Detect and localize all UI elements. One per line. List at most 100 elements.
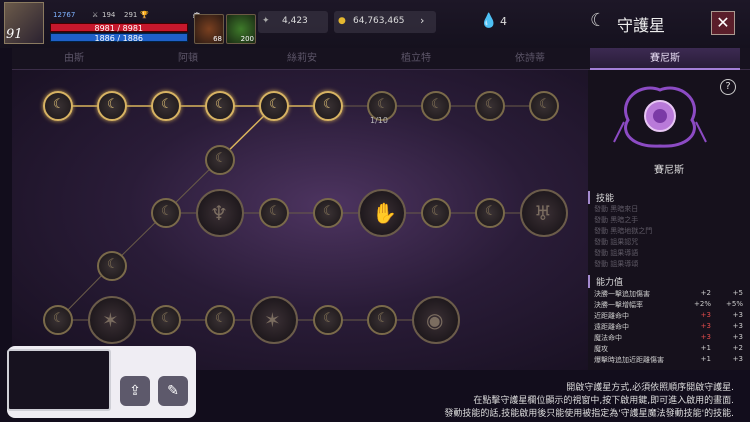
star-node[interactable]: ☾ <box>151 305 181 335</box>
tab-2[interactable]: 絲莉安 <box>254 48 350 70</box>
potion-count: 68 <box>213 35 222 43</box>
star-node[interactable]: ☾ <box>151 91 181 121</box>
rose-emblem-icon <box>613 86 707 148</box>
moon-icon: ☾ <box>323 204 335 219</box>
help-icon: ? <box>725 81 731 92</box>
stat-label: 遠距離命中 <box>594 323 629 331</box>
moon-icon: ☾ <box>215 97 227 112</box>
moon-icon: ☾ <box>323 311 335 326</box>
star-node[interactable]: ☾ <box>205 305 235 335</box>
moon-icon: ☾ <box>161 204 173 219</box>
star-node[interactable]: ☾ <box>421 198 451 228</box>
moon-icon: ☾ <box>431 204 443 219</box>
chevron-right-icon[interactable]: › <box>420 14 424 27</box>
help-button[interactable]: ? <box>720 79 736 95</box>
star-node[interactable]: ☾ <box>43 305 73 335</box>
star-node[interactable]: ☾ <box>313 305 343 335</box>
stats-header: 能力值 <box>588 275 623 288</box>
stat-current: +1 <box>700 344 711 352</box>
tab-5[interactable]: 賽尼斯 <box>590 48 740 70</box>
stat-next: +5 <box>732 289 743 297</box>
stat-row: 決勝一擊增幅率 +2% +5% <box>594 300 744 310</box>
star-node[interactable]: ☾ <box>205 145 235 175</box>
dark-gate-icon: ♅ <box>534 201 552 225</box>
screenshot-thumbnail[interactable] <box>7 349 111 411</box>
star-node[interactable]: ☾ <box>367 305 397 335</box>
stat-next: +3 <box>732 322 743 330</box>
tab-0[interactable]: 由斯 <box>26 48 122 70</box>
stat-row: 決勝一擊追加傷害 +2 +5 <box>594 289 744 299</box>
moon-icon: ☾ <box>323 97 335 112</box>
node-progress: 1/10 <box>370 116 388 125</box>
close-icon: ✕ <box>716 13 730 32</box>
stat-c-value: 291 <box>124 11 138 19</box>
guardian-tabs: 由斯 阿頓 絲莉安 植立特 依詩蒂 賽尼斯 <box>12 48 750 70</box>
star-node[interactable]: ☾ <box>97 91 127 121</box>
stat-next: +3 <box>732 333 743 341</box>
tab-3[interactable]: 植立特 <box>368 48 464 70</box>
stat-row: 魔法命中 +3 +3 <box>594 333 744 343</box>
stat-current: +3 <box>700 333 711 341</box>
hp-bar: 8981 / 8981 <box>50 23 188 33</box>
star-node[interactable]: ☾ <box>259 198 289 228</box>
skill-node[interactable]: ◉ <box>412 296 460 344</box>
skill-item: 發動 黑暗地獄之門 <box>594 227 653 235</box>
stat-row: 爆擊時追加近距離傷害 +1 +3 <box>594 355 744 365</box>
star-node[interactable]: ☾ <box>475 91 505 121</box>
star-node[interactable]: ☾ <box>205 91 235 121</box>
gem-value: 4 <box>500 15 507 28</box>
skill-node[interactable]: ✋ <box>358 189 406 237</box>
stat-current: +2% <box>694 300 711 308</box>
guardian-name: 賽尼斯 <box>654 165 684 176</box>
stat-next: +2 <box>732 344 743 352</box>
skill-node[interactable]: ✶ <box>250 296 298 344</box>
stat-current: +2 <box>700 289 711 297</box>
stat-next: +3 <box>732 311 743 319</box>
dark-hand-icon: ✋ <box>372 201 397 225</box>
skill-item: 發動 黑暗來日 <box>594 205 639 213</box>
gold-value: 64,763,465 <box>353 16 405 26</box>
star-node[interactable]: ☾ <box>313 91 343 121</box>
edit-button[interactable]: ✎ <box>158 376 188 406</box>
curse-spikes-icon: ✶ <box>264 308 281 332</box>
silver-value: 4,423 <box>282 16 308 26</box>
potion-slot[interactable]: 68 <box>194 14 224 44</box>
stat-label: 爆擊時追加近距離傷害 <box>594 356 664 364</box>
stat-row: 遠距離命中 +3 +3 <box>594 322 744 332</box>
stat-a-value: 12767 <box>53 11 76 19</box>
moon-icon: ☾ <box>215 311 227 326</box>
moon-icon: ☾ <box>53 97 65 112</box>
star-node[interactable]: ☾ <box>97 251 127 281</box>
character-level: 91 <box>6 27 23 42</box>
moon-icon: ☾ <box>377 311 389 326</box>
skill-node[interactable]: ♆ <box>196 189 244 237</box>
star-node[interactable]: ☾ <box>151 198 181 228</box>
share-button[interactable]: ⇪ <box>120 376 150 406</box>
stat-current: +3 <box>700 311 711 319</box>
stat-current: +3 <box>700 322 711 330</box>
star-node[interactable]: ☾ <box>529 91 559 121</box>
skill-node[interactable]: ✶ <box>88 296 136 344</box>
tab-1[interactable]: 阿頓 <box>140 48 236 70</box>
silver-icon: ✦ <box>262 16 270 26</box>
tab-4[interactable]: 依詩蒂 <box>482 48 578 70</box>
stat-row: 近距離命中 +3 +3 <box>594 311 744 321</box>
star-node[interactable]: ☾ <box>43 91 73 121</box>
skill-item: 發動 詛果導頌 <box>594 260 639 268</box>
skill-node[interactable]: ♅ <box>520 189 568 237</box>
moon-icon: ☾ <box>53 311 65 326</box>
star-node[interactable]: ☾ <box>475 198 505 228</box>
eye-icon: ◉ <box>426 308 444 332</box>
stat-label: 近距離命中 <box>594 312 629 320</box>
close-button[interactable]: ✕ <box>711 11 735 35</box>
star-node[interactable]: ☾ <box>313 198 343 228</box>
curse-spikes-icon: ✶ <box>102 308 119 332</box>
info-line: 在點擊守護星欄位顯示的視窗中,按下啟用鍵,即可進入啟用的畫面. <box>473 396 734 406</box>
page-title: 守護星 <box>617 16 666 35</box>
star-node[interactable]: ☾ <box>421 91 451 121</box>
trophy-icon: 🏆 <box>140 11 149 19</box>
star-node[interactable]: ☾ <box>259 91 289 121</box>
herb-slot[interactable]: 200 <box>226 14 256 44</box>
moon-icon: ☾ <box>269 204 281 219</box>
gem-icon: 💧 <box>480 13 498 29</box>
